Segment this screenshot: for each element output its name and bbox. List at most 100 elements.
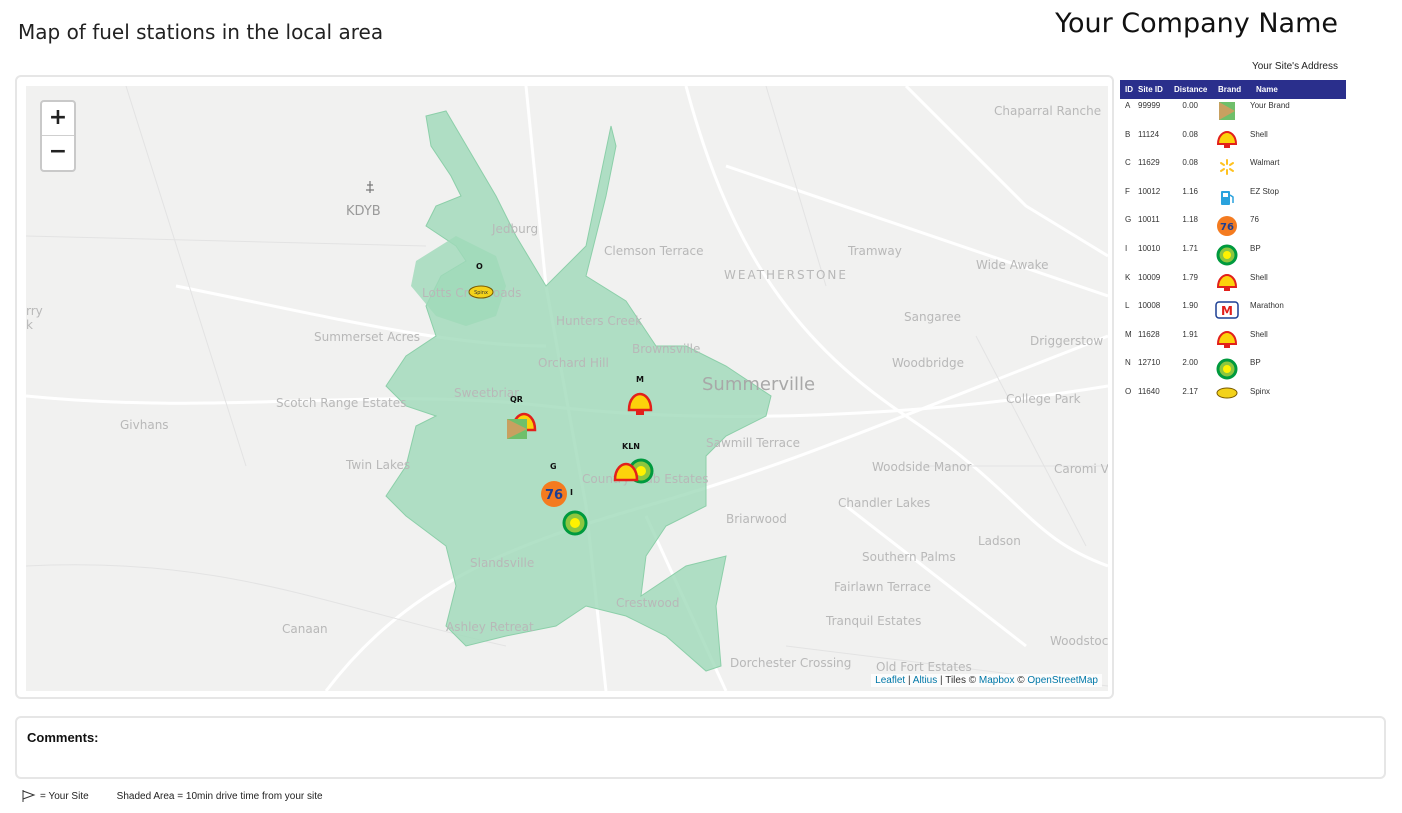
cell-distance: 2.00	[1182, 358, 1198, 368]
cell-site-id: 10008	[1138, 301, 1161, 311]
your-brand-flag-icon	[1208, 101, 1246, 121]
map-base-layer	[26, 86, 1108, 691]
comments-box[interactable]: Comments:	[15, 716, 1386, 779]
place-label: Brownsville	[632, 342, 701, 356]
zoom-out-button[interactable]: −	[42, 136, 74, 170]
marker-label: KLN	[622, 442, 640, 451]
altius-link[interactable]: Altius	[913, 675, 937, 686]
cell-id: L	[1125, 301, 1130, 311]
header-name: Name	[1256, 85, 1278, 94]
place-label: Ladson	[978, 534, 1021, 548]
map[interactable]: KDYB Jedburg Clemson Terrace Tramway Wid…	[26, 86, 1108, 691]
cell-id: M	[1125, 329, 1132, 339]
legend: = Your Site Shaded Area = 10min drive ti…	[22, 790, 323, 802]
cell-distance: 1.79	[1182, 272, 1198, 282]
cell-name: 76	[1250, 215, 1259, 225]
table-row: F 10012 1.16 EZ Stop	[1120, 185, 1346, 214]
table-row: O 11640 2.17 Spinx	[1120, 385, 1346, 414]
cell-distance: 0.08	[1182, 129, 1198, 139]
cell-id: C	[1125, 158, 1131, 168]
cell-id: G	[1125, 215, 1132, 225]
place-label: Driggerstow	[1030, 334, 1104, 348]
cell-site-id: 99999	[1138, 101, 1161, 110]
place-label: Dorchester Crossing	[730, 656, 852, 670]
table-row: B 11124 0.08 Shell	[1120, 128, 1346, 157]
shell-icon	[1208, 330, 1246, 350]
map-frame: KDYB Jedburg Clemson Terrace Tramway Wid…	[15, 75, 1114, 699]
bp-icon[interactable]	[562, 510, 588, 536]
shell-icon[interactable]	[626, 392, 654, 418]
spinx-icon	[1208, 387, 1246, 399]
shell-icon[interactable]	[612, 462, 640, 488]
table-row: K 10009 1.79 Shell	[1120, 271, 1346, 300]
table-row: G 10011 1.18 76 76	[1120, 213, 1346, 242]
header-site-id: Site ID	[1138, 85, 1163, 94]
place-label: Briarwood	[726, 512, 787, 526]
cell-distance: 1.71	[1182, 243, 1198, 253]
bp-icon	[1208, 358, 1246, 380]
cell-name: EZ Stop	[1250, 186, 1279, 196]
table-row: N 12710 2.00 BP	[1120, 356, 1346, 385]
your-brand-flag-icon[interactable]	[506, 418, 528, 440]
cell-id: N	[1125, 358, 1131, 368]
marker-label: O	[476, 262, 483, 271]
place-label: Sawmill Terrace	[706, 436, 800, 450]
cell-site-id: 10010	[1138, 243, 1161, 253]
place-label: Fairlawn Terrace	[834, 580, 932, 594]
place-label: Chaparral Ranche	[994, 104, 1102, 118]
place-label: Tranquil Estates	[826, 614, 922, 628]
cell-id: A	[1125, 101, 1131, 110]
cell-name: Shell	[1250, 329, 1268, 339]
place-label: Scotch Range Estates	[276, 396, 407, 410]
attribution-tiles-text: | Tiles ©	[937, 675, 979, 686]
cell-site-id: 11628	[1138, 329, 1160, 339]
openstreetmap-link[interactable]: OpenStreetMap	[1027, 675, 1098, 686]
cell-name: Spinx	[1250, 386, 1271, 396]
place-label: Ashley Retreat	[446, 620, 534, 634]
cell-site-id: 11629	[1138, 158, 1160, 168]
svg-text:76: 76	[1220, 222, 1234, 233]
header-id: ID	[1125, 85, 1133, 94]
place-label: Chandler Lakes	[838, 496, 931, 510]
table-row: I 10010 1.71 BP	[1120, 242, 1346, 271]
place-label: Woodbridge	[892, 356, 964, 370]
76-icon[interactable]: 76	[540, 480, 568, 508]
header-distance: Distance	[1174, 85, 1208, 94]
cell-id: I	[1125, 243, 1128, 253]
table-row: A 99999 0.00 Your Brand	[1120, 99, 1346, 128]
bp-icon	[1208, 244, 1246, 266]
zoom-in-button[interactable]: +	[42, 102, 74, 136]
place-label: Twin Lakes	[346, 458, 411, 472]
cell-site-id: 11640	[1138, 386, 1160, 396]
place-label: Tramway	[848, 244, 902, 258]
place-label: Jedburg	[492, 222, 539, 236]
place-label: Summerville	[702, 374, 816, 395]
cell-distance: 1.18	[1182, 215, 1198, 225]
cell-distance: 1.16	[1182, 186, 1198, 196]
place-label: Wide Awake	[976, 258, 1049, 272]
shell-icon	[1208, 273, 1246, 293]
leaflet-link[interactable]: Leaflet	[875, 675, 905, 686]
walmart-spark-icon	[1208, 158, 1246, 176]
cell-distance: 1.90	[1182, 301, 1198, 311]
place-label: Hunters Creek	[556, 314, 643, 328]
svg-text:M: M	[1221, 304, 1233, 318]
table-row: C 11629 0.08 Walmart	[1120, 156, 1346, 185]
place-label: WEATHERSTONE	[724, 268, 848, 282]
shell-icon	[1208, 130, 1246, 150]
legend-site-text: = Your Site	[40, 790, 89, 802]
cell-distance: 2.17	[1182, 386, 1198, 396]
place-label: rry	[26, 304, 43, 318]
legend-shaded-text: Shaded Area = 10min drive time from your…	[116, 790, 323, 802]
marker-label: QR	[510, 395, 523, 404]
fuel-pump-icon	[1208, 187, 1246, 207]
cell-site-id: 10009	[1138, 272, 1161, 282]
place-label: Old Fort Estates	[876, 660, 972, 674]
mapbox-link[interactable]: Mapbox	[979, 675, 1015, 686]
cell-name: Your Brand	[1250, 101, 1290, 110]
place-label: Caromi V	[1054, 462, 1108, 476]
airport-icon	[366, 181, 374, 193]
place-label: College Park	[1006, 392, 1081, 406]
cell-name: BP	[1250, 358, 1261, 368]
spinx-icon[interactable]: Spinx	[468, 285, 494, 299]
